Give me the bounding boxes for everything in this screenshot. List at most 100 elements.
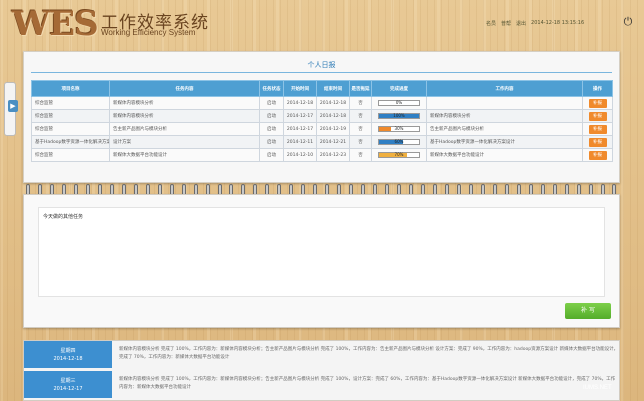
project-cell: 综合监管 xyxy=(31,109,110,123)
supplement-button[interactable]: 补报 xyxy=(588,111,607,121)
status-cell: 启动 xyxy=(259,109,284,123)
daily-report-panel: 个人日报 项目名称 任务内容 任务状态 开始时间 结束时间 是否拖延 完成进度 … xyxy=(23,51,620,183)
status-cell: 启动 xyxy=(259,135,284,149)
app-subtitle: Working Efficiency System xyxy=(101,28,196,37)
supplement-button[interactable]: 补报 xyxy=(588,98,607,108)
supplement-button[interactable]: 补报 xyxy=(588,137,607,147)
delay-cell: 否 xyxy=(349,148,372,162)
work-content-cell: 基于Hadoop数字资源一体化解决方案设计 xyxy=(426,135,583,149)
status-cell: 启动 xyxy=(259,122,284,136)
project-cell: 综合监管 xyxy=(31,148,110,162)
status-cell: 启动 xyxy=(259,148,284,162)
history-item: 星期四 2014-12-18 新媒体内容模块分析 完成了 100%，工作内容为：… xyxy=(24,341,621,368)
progress-bar: 70% xyxy=(378,151,420,158)
end-date-cell: 2014-12-18 xyxy=(316,109,350,123)
project-cell: 综合监管 xyxy=(31,96,110,110)
action-cell: 补报 xyxy=(582,122,613,136)
col-header: 是否拖延 xyxy=(349,80,372,97)
start-date-cell: 2014-12-18 xyxy=(283,96,317,110)
history-item: 星期三 2014-12-17 新媒体内容模块分析 完成了 100%，工作内容为：… xyxy=(24,371,621,398)
end-date-cell: 2014-12-18 xyxy=(316,96,350,110)
table-row: 综合监管 新媒体内容模块分析 启动 2014-12-17 2014-12-18 否 100%… xyxy=(31,109,613,123)
history-date: 星期三 2014-12-17 xyxy=(24,371,112,398)
table-row: 综合监管 新媒体内容模块分析 启动 2014-12-18 2014-12-18 否 0% 补报 xyxy=(31,96,613,110)
logout-link[interactable]: 退出 xyxy=(516,20,526,27)
divider xyxy=(31,72,612,73)
action-cell: 补报 xyxy=(582,148,613,162)
action-cell: 补报 xyxy=(582,96,613,110)
work-content-cell: 新媒体大数据平台功能设计 xyxy=(426,148,583,162)
table-row: 综合监管 新媒体大数据平台功能设计 启动 2014-12-10 2014-12-23 否 7… xyxy=(31,148,613,162)
history-weekday: 星期四 xyxy=(60,348,76,354)
col-header: 操作 xyxy=(582,80,613,97)
action-cell: 补报 xyxy=(582,109,613,123)
task-cell: 新媒体内容模块分析 xyxy=(109,96,260,110)
history-day: 2014-12-18 xyxy=(53,356,83,362)
progress-label: 60% xyxy=(394,138,404,144)
col-header: 开始时间 xyxy=(283,80,317,97)
progress-label: 100% xyxy=(393,112,405,118)
history-text: 新媒体内容模块分析 完成了 100%，工作内容为：新媒体内容模块分析；告主新产品… xyxy=(119,377,616,390)
task-cell: 新媒体内容模块分析 xyxy=(109,109,260,123)
progress-cell: 0% xyxy=(371,96,427,110)
history-weekday: 星期三 xyxy=(60,378,76,384)
progress-bar: 100% xyxy=(378,112,420,119)
history-text: 新媒体内容模块分析 完成了 100%，工作内容为：新媒体内容模块分析；告主新产品… xyxy=(119,347,619,360)
project-cell: 基于Hadoop数字资源一体化解决方案 xyxy=(31,135,110,149)
table-header-row: 项目名称 任务内容 任务状态 开始时间 结束时间 是否拖延 完成进度 工作内容 … xyxy=(31,80,613,97)
panel-title: 个人日报 xyxy=(307,61,336,69)
progress-cell: 60% xyxy=(371,135,427,149)
work-content-cell xyxy=(426,96,583,110)
user-label: 名员 xyxy=(486,21,497,27)
user-name[interactable]: 普帮 xyxy=(501,20,511,27)
user-info: 名员 普帮 退出 2014-12-18 13:15:16 xyxy=(486,20,584,27)
other-tasks-textarea[interactable]: 今天做的其他任务 xyxy=(38,207,605,297)
other-tasks-notebook: 今天做的其他任务 补 写 xyxy=(23,194,620,328)
start-date-cell: 2014-12-11 xyxy=(283,135,317,149)
history-list: 星期四 2014-12-18 新媒体内容模块分析 完成了 100%，工作内容为：… xyxy=(23,340,620,401)
col-header: 任务内容 xyxy=(109,80,260,97)
progress-cell: 100% xyxy=(371,109,427,123)
start-date-cell: 2014-12-17 xyxy=(283,109,317,123)
col-header: 结束时间 xyxy=(316,80,350,97)
progress-label: 30% xyxy=(394,125,404,131)
delay-cell: 否 xyxy=(349,122,372,136)
project-cell: 综合监管 xyxy=(31,122,110,136)
header: WES 工作效率系统 Working Efficiency System 名员 … xyxy=(0,0,644,46)
status-cell: 启动 xyxy=(259,96,284,110)
datetime: 2014-12-18 13:15:16 xyxy=(531,20,585,26)
report-table: 项目名称 任务内容 任务状态 开始时间 结束时间 是否拖延 完成进度 工作内容 … xyxy=(31,80,613,162)
progress-bar: 0% xyxy=(378,99,420,106)
supplement-button[interactable]: 补报 xyxy=(588,150,607,160)
table-row: 综合监管 告主新产品图片与模块分析 启动 2014-12-17 2014-12-19 否 3… xyxy=(31,122,613,136)
supplement-button[interactable]: 补报 xyxy=(588,124,607,134)
col-header: 工作内容 xyxy=(426,80,583,97)
delay-cell: 否 xyxy=(349,96,372,110)
progress-bar: 60% xyxy=(378,138,420,145)
history-day: 2014-12-17 xyxy=(53,386,83,392)
submit-button[interactable]: 补 写 xyxy=(565,303,611,319)
progress-cell: 30% xyxy=(371,122,427,136)
history-date: 星期四 2014-12-18 xyxy=(24,341,112,368)
watermark: IUMS.NET xyxy=(583,385,612,391)
col-header: 任务状态 xyxy=(259,80,284,97)
end-date-cell: 2014-12-21 xyxy=(316,135,350,149)
col-header: 项目名称 xyxy=(31,80,110,97)
start-date-cell: 2014-12-17 xyxy=(283,122,317,136)
task-cell: 新媒体大数据平台功能设计 xyxy=(109,148,260,162)
col-header: 完成进度 xyxy=(371,80,427,97)
delay-cell: 否 xyxy=(349,135,372,149)
end-date-cell: 2014-12-23 xyxy=(316,148,350,162)
logo: WES xyxy=(12,4,99,44)
delay-cell: 否 xyxy=(349,109,372,123)
action-cell: 补报 xyxy=(582,135,613,149)
task-cell: 告主新产品图片与模块分析 xyxy=(109,122,260,136)
task-cell: 设计方案 xyxy=(109,135,260,149)
progress-label: 0% xyxy=(395,99,403,105)
power-icon[interactable]: ⏻ xyxy=(622,16,634,28)
progress-cell: 70% xyxy=(371,148,427,162)
notebook-title: 今天做的其他任务 xyxy=(43,214,84,220)
work-content-cell: 新媒体内容模块分析 xyxy=(426,109,583,123)
table-row: 基于Hadoop数字资源一体化解决方案 设计方案 启动 2014-12-11 2014-… xyxy=(31,135,613,149)
expand-arrow-icon[interactable]: ▶ xyxy=(8,100,18,112)
